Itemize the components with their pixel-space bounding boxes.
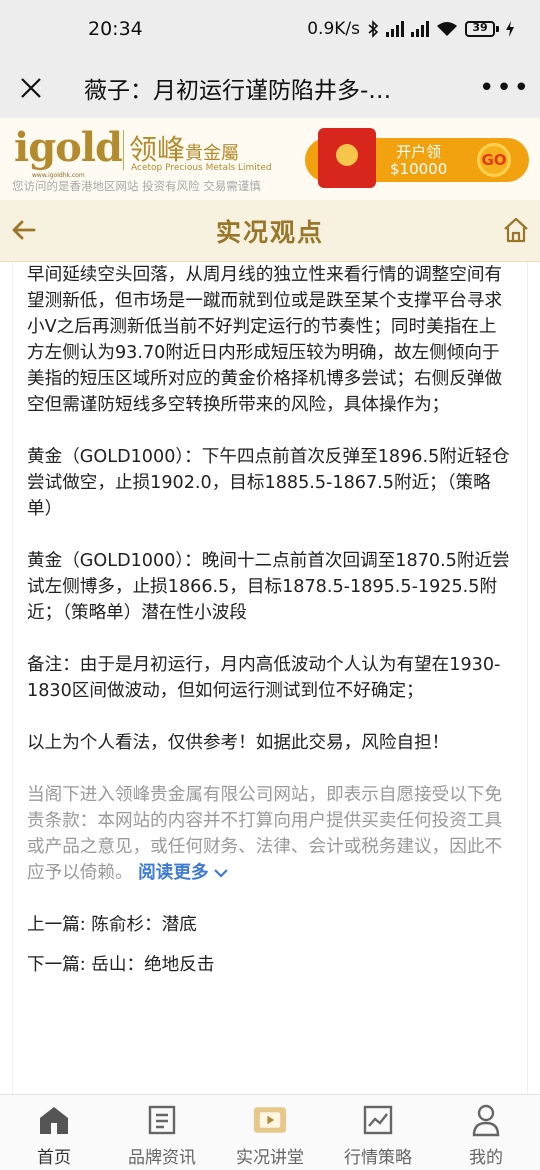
more-icon: •••: [478, 73, 531, 103]
article-paragraph: 黄金（GOLD1000）：下午四点前首次反弹至1896.5附近轻仓尝试做空，止损…: [27, 447, 510, 519]
nav-bar: 薇子：月初运行谨防陷井多-… •••: [0, 58, 540, 118]
related-articles: 上一篇: 陈俞杉：潜底 下一篇: 岳山：绝地反击: [27, 912, 513, 978]
read-more-link[interactable]: 阅读更多: [138, 860, 228, 886]
bottom-tab-bar: 首页 品牌资讯 实况讲堂 行情策略 我的: [0, 1094, 540, 1170]
bluetooth-icon: [368, 20, 379, 38]
prev-article-link[interactable]: 上一篇: 陈俞杉：潜底: [27, 912, 513, 938]
signal-icon-2: [411, 21, 429, 37]
brand-en-name: Acetop Precious Metals Limited: [131, 163, 272, 173]
article-paragraph: 备注：由于是月初运行，月内高低波动个人认为有望在1930-1830区间做波动，但…: [27, 655, 501, 701]
next-article-link[interactable]: 下一篇: 岳山：绝地反击: [27, 952, 513, 978]
section-title: 实况观点: [215, 217, 324, 247]
chart-tab-icon: [361, 1103, 395, 1137]
disclaimer: 当阁下进入领峰贵金属有限公司网站，即表示自愿接受以下免责条款：本网站的内容并不打…: [27, 782, 513, 886]
article-paragraph: 黄金（GOLD1000）：晚间十二点前首次回调至1870.5附近尝试左侧博多，止…: [27, 551, 510, 623]
article-paragraph: 早间延续空头回落，从周月线的独立性来看行情的调整空间有望测新低，但市场是一蹴而就…: [27, 265, 503, 415]
net-speed: 0.9K/s: [307, 19, 360, 39]
article-content: 早间延续空头回落，从周月线的独立性来看行情的调整空间有望测新低，但市场是一蹴而就…: [12, 262, 528, 1094]
tab-market-strategy[interactable]: 行情策略: [324, 1095, 432, 1170]
go-button[interactable]: GO: [477, 143, 511, 177]
more-button[interactable]: •••: [470, 58, 540, 118]
tab-live-lecture[interactable]: 实况讲堂: [216, 1095, 324, 1170]
news-tab-icon: [145, 1103, 179, 1137]
brand-cn-logo: 领峰貴金屬: [129, 133, 240, 166]
home-icon[interactable]: [502, 216, 530, 244]
logo-divider: [123, 130, 124, 170]
battery-icon: 39: [465, 21, 499, 37]
home-tab-icon: [37, 1103, 71, 1137]
brand-logo: igold: [14, 124, 123, 171]
tab-label: 我的: [469, 1148, 503, 1168]
charging-icon: [506, 21, 514, 37]
tab-label: 行情策略: [344, 1148, 412, 1168]
tab-profile[interactable]: 我的: [432, 1095, 540, 1170]
risk-note: 您访问的是香港地区网站 投资有风险 交易需谨慎: [12, 179, 261, 193]
profile-tab-icon: [469, 1103, 503, 1137]
page-title: 薇子：月初运行谨防陷井多-…: [84, 78, 392, 104]
promo-text: 开户领 $10000: [390, 143, 448, 178]
close-button[interactable]: [0, 58, 62, 118]
tab-home[interactable]: 首页: [0, 1095, 108, 1170]
close-icon: [21, 78, 41, 98]
tab-label: 首页: [37, 1148, 71, 1168]
article-paragraph: 以上为个人看法，仅供参考！如据此交易，风险自担！: [27, 733, 450, 753]
section-header: 实况观点: [0, 200, 540, 262]
chevron-down-icon: [213, 869, 228, 878]
back-arrow-icon[interactable]: [8, 214, 40, 246]
tab-label: 实况讲堂: [236, 1148, 304, 1168]
red-envelope-icon: [318, 128, 376, 188]
video-tab-icon: [253, 1103, 287, 1137]
wifi-icon: [437, 22, 457, 36]
status-bar: 20:34 0.9K/s 39: [0, 0, 540, 58]
ad-banner[interactable]: igold www.igoldhk.com 领峰貴金屬 Acetop Preci…: [0, 118, 540, 200]
tab-label: 品牌资讯: [128, 1148, 196, 1168]
tab-brand-news[interactable]: 品牌资讯: [108, 1095, 216, 1170]
status-icons: 0.9K/s 39: [307, 19, 514, 39]
status-time: 20:34: [88, 18, 143, 40]
signal-icon-1: [386, 21, 404, 37]
